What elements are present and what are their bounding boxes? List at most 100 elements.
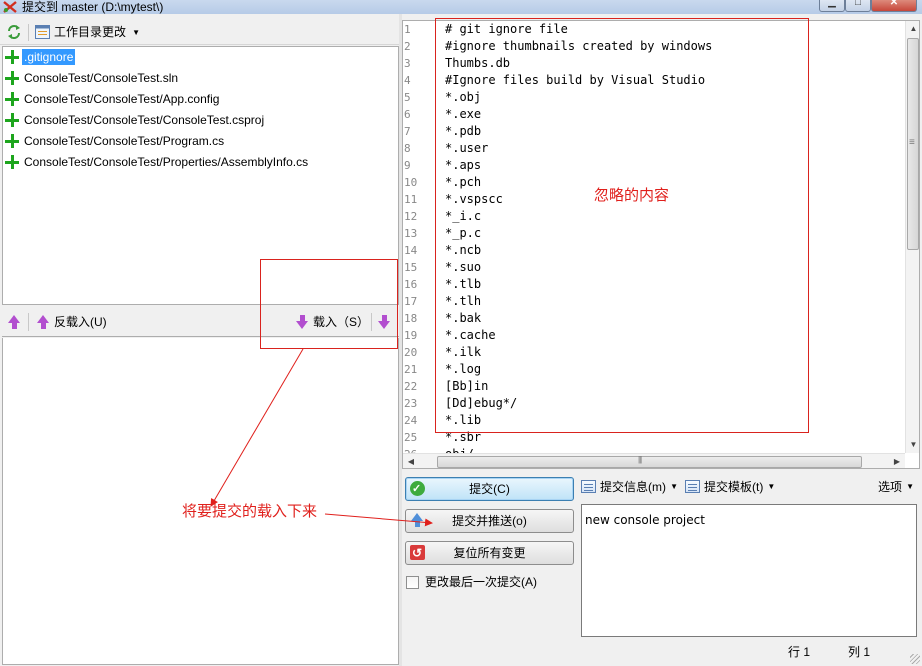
line-number: 2	[404, 40, 411, 53]
toolbar-separator	[28, 24, 29, 41]
toolbar-separator	[28, 313, 29, 331]
maximize-button[interactable]: □	[845, 0, 871, 12]
commit-message-menu[interactable]: 提交信息(m) ▼	[581, 478, 678, 496]
ignore-content-annotation: 忽略的内容	[594, 187, 670, 204]
stage-button-highlight	[260, 259, 398, 349]
line-number-gutter: 1 2 3 4 5 6 7 8 9 10 11 12 13 14 15 16 17 18 19 20 21 22 23 24 2…	[403, 21, 435, 468]
scroll-left-icon[interactable]: ◀	[403, 454, 419, 468]
file-row[interactable]: ConsoleTest/ConsoleTest/Properties/Assem…	[3, 152, 398, 173]
commit-template-label: 提交模板(t)	[704, 480, 764, 494]
line-number: 20	[404, 346, 418, 359]
resize-grip-icon[interactable]	[910, 654, 920, 664]
line-number: 18	[404, 312, 418, 325]
refresh-icon[interactable]	[6, 24, 22, 40]
file-name: ConsoleTest/ConsoleTest/ConsoleTest.cspr…	[24, 113, 265, 127]
commit-message-text: new console project	[585, 513, 705, 527]
line-number: 12	[404, 210, 418, 223]
cursor-column: 列 1	[848, 645, 871, 659]
scroll-down-icon[interactable]: ▼	[906, 437, 919, 453]
unstage-label: 反载入(U)	[54, 315, 107, 329]
file-name: ConsoleTest/ConsoleTest.sln	[24, 71, 179, 85]
line-number: 4	[404, 74, 411, 87]
line-number: 9	[404, 159, 411, 172]
chevron-down-icon: ▼	[670, 482, 678, 491]
title-bar: 提交到 master (D:\mytest\) ▁ □ ✕	[0, 0, 922, 14]
amend-label: 更改最后一次提交(A)	[425, 575, 537, 589]
chevron-down-icon: ▼	[767, 482, 776, 491]
file-row[interactable]: ConsoleTest/ConsoleTest/ConsoleTest.cspr…	[3, 110, 398, 131]
chevron-down-icon: ▼	[906, 482, 915, 491]
scroll-right-icon[interactable]: ▶	[889, 454, 905, 468]
cursor-line: 行 1	[788, 645, 811, 659]
line-number: 6	[404, 108, 411, 121]
horizontal-scrollbar[interactable]: ◀ ▶	[403, 453, 905, 468]
line-number: 19	[404, 329, 418, 342]
scroll-thumb[interactable]	[907, 38, 919, 250]
working-dir-icon	[35, 25, 50, 39]
file-name: ConsoleTest/ConsoleTest/Properties/Assem…	[24, 155, 309, 169]
options-label: 选项	[878, 480, 903, 494]
commit-message-input[interactable]: new console project	[581, 504, 917, 637]
commit-push-label: 提交并推送(o)	[452, 514, 527, 528]
git-extensions-icon	[3, 1, 17, 13]
staged-file-list[interactable]	[2, 338, 399, 665]
added-file-icon	[5, 71, 19, 85]
file-name: ConsoleTest/ConsoleTest/Program.cs	[24, 134, 225, 148]
vertical-scrollbar[interactable]: ▲ ▼	[905, 21, 919, 453]
staged-content-annotation: 将要提交的载入下来	[182, 503, 318, 520]
line-number: 7	[404, 125, 411, 138]
line-number: 5	[404, 91, 411, 104]
line-number: 24	[404, 414, 418, 427]
line-number: 14	[404, 244, 418, 257]
ignore-content-highlight	[435, 18, 809, 433]
unstage-all-icon[interactable]	[8, 315, 21, 329]
line-number: 13	[404, 227, 418, 240]
line-number: 8	[404, 142, 411, 155]
added-file-icon	[5, 155, 19, 169]
commit-message-icon	[581, 480, 596, 493]
arrow-up-icon	[37, 315, 50, 329]
line-number: 23	[404, 397, 418, 410]
line-number: 16	[404, 278, 418, 291]
commit-and-push-button[interactable]: 提交并推送(o)	[405, 509, 574, 533]
line-number: 15	[404, 261, 418, 274]
close-button[interactable]: ✕	[871, 0, 917, 12]
working-dir-changes-menu[interactable]: 工作目录更改 ▼	[34, 23, 140, 42]
file-row-gitignore[interactable]: .gitignore	[3, 47, 398, 68]
window-title: 提交到 master (D:\mytest\)	[22, 0, 164, 14]
file-row[interactable]: ConsoleTest/ConsoleTest.sln	[3, 68, 398, 89]
scroll-thumb[interactable]	[437, 455, 862, 468]
unstage-button[interactable]: 反载入(U)	[34, 312, 107, 332]
working-dir-menu-label: 工作目录更改	[54, 25, 127, 39]
line-number: 1	[404, 23, 411, 36]
chevron-down-icon: ▼	[132, 28, 141, 37]
reset-label: 复位所有变更	[453, 546, 526, 560]
line-number: 3	[404, 57, 411, 70]
unstaged-toolbar: 工作目录更改 ▼	[0, 20, 399, 45]
file-name: ConsoleTest/ConsoleTest/App.config	[24, 92, 220, 106]
template-icon	[685, 480, 700, 493]
push-arrow-icon	[410, 513, 425, 528]
line-number: 21	[404, 363, 418, 376]
minimize-button[interactable]: ▁	[819, 0, 845, 12]
reset-all-changes-button[interactable]: 复位所有变更	[405, 541, 574, 565]
added-file-icon	[5, 113, 19, 127]
file-row[interactable]: ConsoleTest/ConsoleTest/Program.cs	[3, 131, 398, 152]
file-name: .gitignore	[22, 49, 76, 65]
scroll-up-icon[interactable]: ▲	[906, 21, 919, 37]
check-icon	[410, 478, 425, 500]
options-menu[interactable]: 选项 ▼	[878, 478, 914, 496]
file-row[interactable]: ConsoleTest/ConsoleTest/App.config	[3, 89, 398, 110]
commit-window: 提交到 master (D:\mytest\) ▁ □ ✕ 工作目录更改 ▼ .…	[0, 0, 922, 666]
added-file-icon	[5, 134, 19, 148]
commit-button[interactable]: 提交(C)	[405, 477, 574, 501]
amend-checkbox[interactable]	[406, 576, 419, 589]
commit-message-menu-label: 提交信息(m)	[600, 480, 666, 494]
line-number: 25	[404, 431, 418, 444]
status-bar: 行 1 列 1	[402, 640, 922, 666]
commit-template-menu[interactable]: 提交模板(t) ▼	[685, 478, 775, 496]
line-number: 17	[404, 295, 418, 308]
line-number: 22	[404, 380, 418, 393]
added-file-icon	[5, 50, 19, 64]
line-number: 10	[404, 176, 418, 189]
